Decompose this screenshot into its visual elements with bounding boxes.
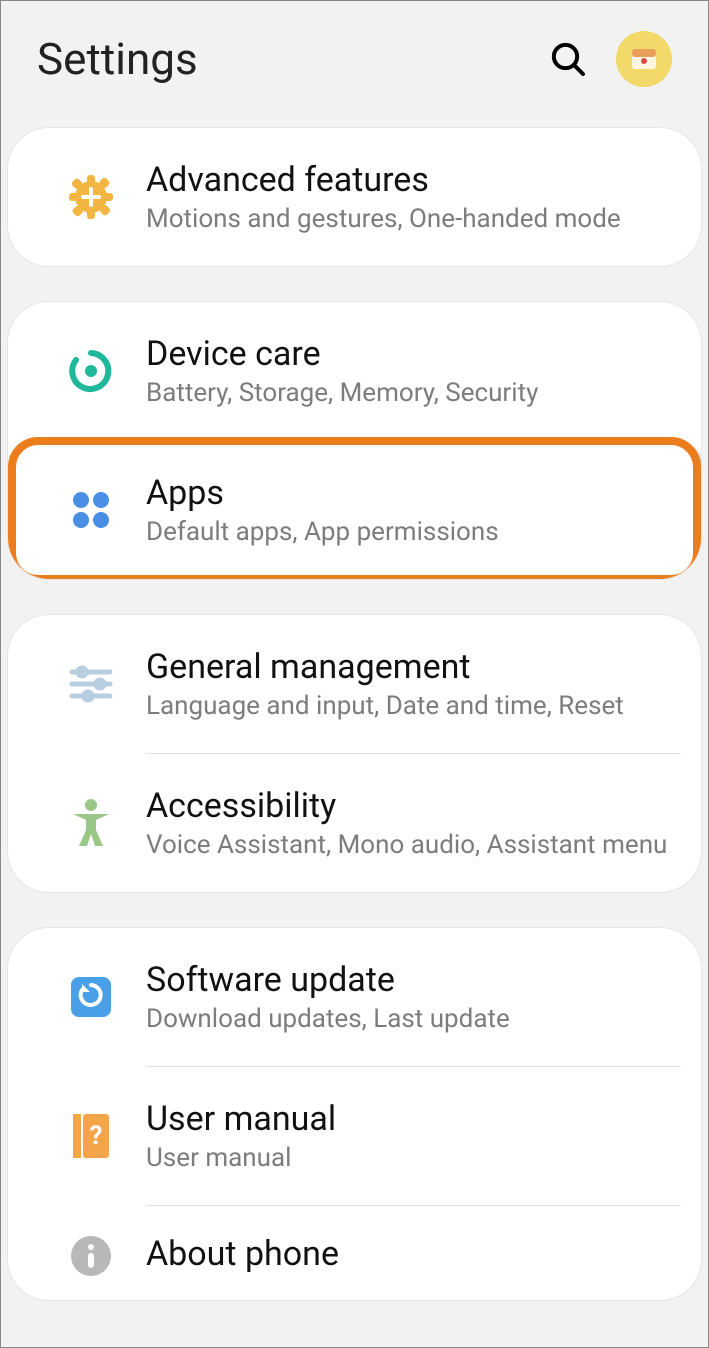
row-subtitle: Download updates, Last update [146, 1004, 673, 1034]
settings-group: Software update Download updates, Last u… [7, 927, 702, 1301]
row-subtitle: Motions and gestures, One-handed mode [146, 204, 673, 234]
search-icon[interactable] [548, 39, 588, 79]
row-advanced-features[interactable]: Advanced features Motions and gestures, … [8, 128, 701, 266]
sliders-icon [36, 664, 146, 704]
settings-group: General management Language and input, D… [7, 614, 702, 893]
row-title: General management [146, 647, 673, 687]
row-title: Device care [146, 334, 673, 374]
row-subtitle: Voice Assistant, Mono audio, Assistant m… [146, 830, 673, 860]
row-subtitle: Default apps, App permissions [146, 517, 673, 547]
profile-avatar[interactable] [616, 31, 672, 87]
user-manual-icon: ? [36, 1112, 146, 1160]
accessibility-icon [36, 798, 146, 848]
row-title: About phone [146, 1234, 673, 1274]
row-title: Accessibility [146, 786, 673, 826]
settings-group: Device care Battery, Storage, Memory, Se… [7, 301, 702, 580]
device-care-icon [36, 347, 146, 395]
row-about-phone[interactable]: About phone [8, 1206, 701, 1300]
row-title: User manual [146, 1099, 673, 1139]
software-update-icon [36, 975, 146, 1019]
header-actions [548, 31, 672, 87]
row-subtitle: User manual [146, 1143, 673, 1173]
apps-icon [36, 488, 146, 532]
row-subtitle: Language and input, Date and time, Reset [146, 691, 673, 721]
svg-text:?: ? [90, 1121, 103, 1151]
row-user-manual[interactable]: ? User manual User manual [8, 1067, 701, 1205]
row-title: Software update [146, 960, 673, 1000]
row-general-management[interactable]: General management Language and input, D… [8, 615, 701, 753]
row-subtitle: Battery, Storage, Memory, Security [146, 378, 673, 408]
info-icon [36, 1234, 146, 1278]
row-apps[interactable]: Apps Default apps, App permissions [8, 441, 701, 579]
page-title: Settings [37, 33, 548, 85]
settings-group: Advanced features Motions and gestures, … [7, 127, 702, 267]
row-device-care[interactable]: Device care Battery, Storage, Memory, Se… [8, 302, 701, 440]
row-title: Apps [146, 473, 673, 513]
header: Settings [1, 1, 708, 127]
row-software-update[interactable]: Software update Download updates, Last u… [8, 928, 701, 1066]
highlighted-row: Apps Default apps, App permissions [8, 441, 701, 579]
advanced-features-icon [36, 173, 146, 221]
row-accessibility[interactable]: Accessibility Voice Assistant, Mono audi… [8, 754, 701, 892]
row-title: Advanced features [146, 160, 673, 200]
